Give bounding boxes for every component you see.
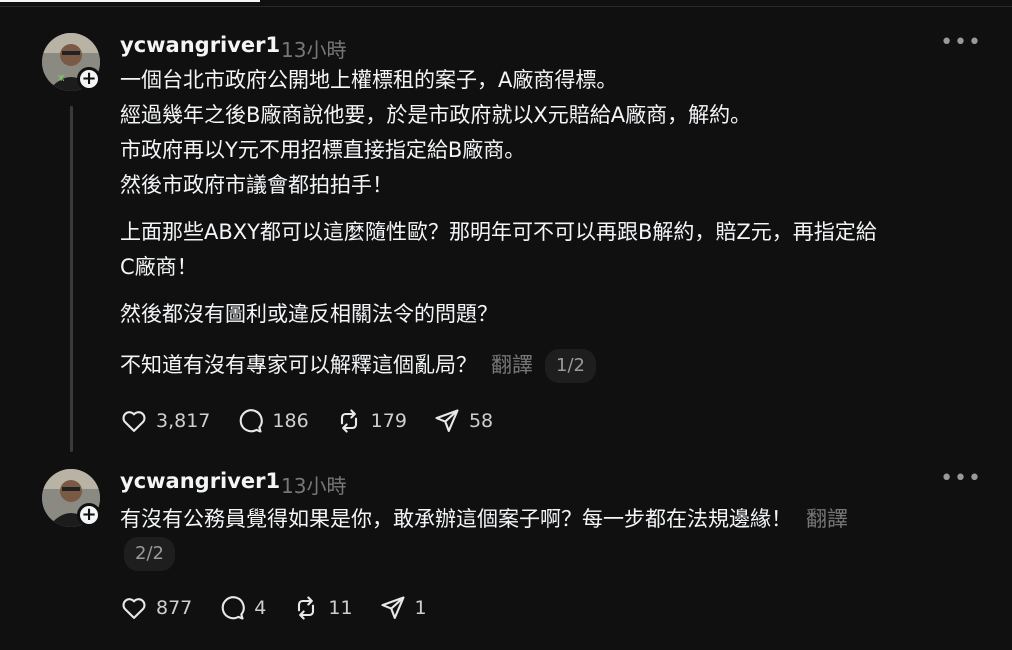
post-actions: 3,817 186 179 58: [120, 406, 519, 436]
post-text: 有沒有公務員覺得如果是你，敢承辦這個案子啊？每一步都在法規邊緣！: [120, 507, 792, 531]
post-actions: 877 4 11 1: [120, 593, 453, 623]
translate-link[interactable]: 翻譯: [491, 348, 533, 383]
comment-bubble-icon: [240, 409, 264, 433]
post-text-line: C廠商！: [120, 255, 198, 279]
post-text-line-last: 不知道有沒有專家可以解釋這個亂局？ 翻譯 1/2: [120, 348, 596, 383]
like-button[interactable]: 3,817: [120, 407, 210, 435]
top-divider: [0, 6, 1012, 7]
post-time[interactable]: 13小時: [281, 470, 346, 499]
comment-bubble-icon: [222, 596, 246, 620]
repost-button[interactable]: 11: [292, 594, 353, 622]
share-button[interactable]: 1: [379, 594, 427, 622]
like-count: 3,817: [156, 410, 211, 432]
like-count: 877: [156, 597, 193, 619]
share-count: 58: [468, 410, 494, 432]
post-text: 不知道有沒有專家可以解釋這個亂局？: [120, 353, 477, 377]
repost-button[interactable]: 179: [335, 407, 407, 435]
post-text-line: 一個台北市政府公開地上權標租的案子，A廠商得標。: [120, 68, 618, 92]
post-text-line: 有沒有公務員覺得如果是你，敢承辦這個案子啊？每一步都在法規邊緣！ 翻譯: [120, 502, 848, 537]
comment-button[interactable]: 4: [218, 594, 266, 622]
thread-pager-badge: 2/2: [124, 537, 175, 571]
comment-button[interactable]: 186: [236, 407, 309, 435]
follow-plus-icon[interactable]: +: [77, 67, 101, 91]
like-button[interactable]: 877: [120, 594, 192, 622]
post-text-line: 然後市政府市議會都拍拍手！: [120, 173, 393, 197]
comment-count: 4: [254, 597, 267, 619]
post-username[interactable]: ycwangriver1: [120, 33, 280, 57]
svg-text:ⵣ: ⵣ: [58, 74, 64, 83]
pager-row: 2/2: [124, 537, 175, 571]
post-time[interactable]: 13小時: [281, 34, 346, 63]
thread-connector-line: [70, 106, 73, 452]
follow-plus-icon[interactable]: +: [77, 503, 101, 527]
translate-link[interactable]: 翻譯: [806, 502, 848, 537]
repost-icon: [298, 596, 315, 620]
send-icon: [380, 596, 405, 619]
repost-icon: [340, 409, 357, 433]
post-text-line: 然後都沒有圖利或違反相關法令的問題？: [120, 302, 498, 326]
post-text-line: 市政府再以Y元不用招標直接指定給B廠商。: [120, 138, 526, 162]
repost-count: 179: [370, 410, 407, 432]
share-count: 1: [414, 597, 427, 619]
post-text-line: 上面那些ABXY都可以這麼隨性歐？那明年可不可以再跟B解約，賠Z元，再指定給: [120, 220, 877, 244]
share-button[interactable]: 58: [433, 407, 493, 435]
thread-pager-badge: 1/2: [545, 348, 596, 383]
active-tab-indicator: [0, 0, 260, 2]
send-icon: [435, 409, 459, 432]
heart-icon: [122, 411, 146, 432]
more-options-icon[interactable]: •••: [940, 466, 982, 491]
post-username[interactable]: ycwangriver1: [120, 469, 280, 493]
heart-icon: [122, 598, 146, 619]
comment-count: 186: [272, 410, 309, 432]
post-text-line: 經過幾年之後B廠商說他要，於是市政府就以X元賠給A廠商，解約。: [120, 103, 752, 127]
more-options-icon[interactable]: •••: [940, 30, 982, 55]
repost-count: 11: [328, 597, 353, 619]
